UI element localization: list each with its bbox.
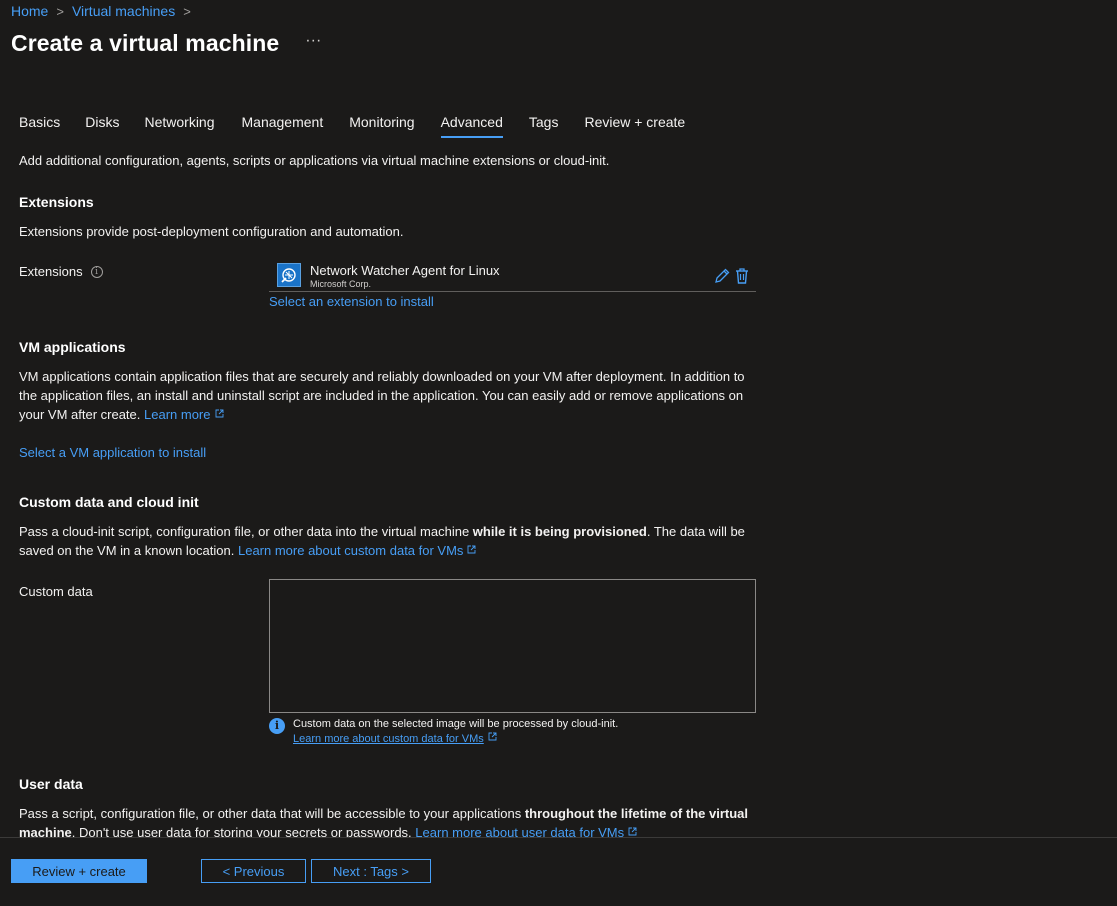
extension-list-item: Network Watcher Agent for Linux Microsof… bbox=[269, 260, 756, 292]
external-link-icon bbox=[215, 409, 223, 418]
user-data-desc-before: Pass a script, configuration file, or ot… bbox=[19, 806, 525, 821]
more-options-icon[interactable]: ··· bbox=[305, 32, 321, 50]
info-note-text: Custom data on the selected image will b… bbox=[293, 717, 618, 747]
custom-data-desc-before: Pass a cloud-init script, configuration … bbox=[19, 524, 473, 539]
vm-applications-description-text: VM applications contain application file… bbox=[19, 369, 745, 422]
extension-name: Network Watcher Agent for Linux bbox=[310, 263, 500, 278]
extensions-section-title: Extensions bbox=[19, 194, 94, 210]
create-vm-page: Home > Virtual machines > Create a virtu… bbox=[0, 0, 1117, 906]
custom-data-info-note: i Custom data on the selected image will… bbox=[269, 717, 618, 747]
breadcrumb-chevron-icon: > bbox=[56, 3, 64, 19]
extensions-label-text: Extensions bbox=[19, 264, 83, 279]
select-vm-application-link[interactable]: Select a VM application to install bbox=[19, 445, 206, 460]
tab-management[interactable]: Management bbox=[242, 114, 324, 138]
delete-icon[interactable] bbox=[734, 267, 750, 285]
extensions-field-label: Extensions i bbox=[19, 264, 103, 279]
tab-review-create[interactable]: Review + create bbox=[584, 114, 685, 138]
previous-button[interactable]: < Previous bbox=[201, 859, 306, 883]
network-watcher-icon bbox=[277, 263, 301, 287]
vm-applications-learn-more-link[interactable]: Learn more bbox=[144, 407, 210, 422]
custom-data-description: Pass a cloud-init script, configuration … bbox=[19, 522, 764, 560]
vm-applications-section-title: VM applications bbox=[19, 339, 126, 355]
select-extension-link[interactable]: Select an extension to install bbox=[269, 294, 434, 309]
tab-networking[interactable]: Networking bbox=[144, 114, 214, 138]
tab-tags[interactable]: Tags bbox=[529, 114, 559, 138]
custom-data-desc-bold: while it is being provisioned bbox=[472, 524, 647, 539]
external-link-icon bbox=[488, 732, 497, 741]
tab-basics[interactable]: Basics bbox=[19, 114, 60, 138]
external-link-icon bbox=[467, 545, 476, 554]
breadcrumb-home-link[interactable]: Home bbox=[11, 3, 48, 19]
intro-text: Add additional configuration, agents, sc… bbox=[19, 153, 610, 168]
page-title: Create a virtual machine bbox=[11, 30, 280, 56]
info-filled-icon: i bbox=[269, 718, 285, 734]
footer-action-bar: Review + create < Previous Next : Tags > bbox=[0, 837, 1117, 906]
info-note-learn-more-link[interactable]: Learn more about custom data for VMs bbox=[293, 733, 484, 745]
tab-monitoring[interactable]: Monitoring bbox=[349, 114, 414, 138]
tab-advanced[interactable]: Advanced bbox=[440, 114, 503, 138]
user-data-section-title: User data bbox=[19, 776, 83, 792]
external-link-icon bbox=[628, 827, 637, 836]
custom-data-textarea[interactable] bbox=[269, 579, 756, 713]
tab-bar: Basics Disks Networking Management Monit… bbox=[19, 114, 711, 138]
breadcrumb-chevron-icon: > bbox=[183, 3, 191, 19]
extensions-description: Extensions provide post-deployment confi… bbox=[19, 224, 404, 239]
tab-disks[interactable]: Disks bbox=[85, 114, 119, 138]
custom-data-field-label: Custom data bbox=[19, 584, 93, 599]
title-row: Create a virtual machine ··· bbox=[11, 30, 321, 57]
breadcrumb: Home > Virtual machines > bbox=[11, 3, 191, 19]
edit-icon[interactable] bbox=[713, 267, 731, 285]
info-icon[interactable]: i bbox=[90, 265, 103, 278]
vm-applications-description: VM applications contain application file… bbox=[19, 367, 764, 424]
custom-data-section-title: Custom data and cloud init bbox=[19, 494, 199, 510]
extension-publisher: Microsoft Corp. bbox=[310, 279, 372, 289]
info-note-message: Custom data on the selected image will b… bbox=[293, 718, 619, 730]
next-tags-button[interactable]: Next : Tags > bbox=[311, 859, 431, 883]
breadcrumb-virtual-machines-link[interactable]: Virtual machines bbox=[72, 3, 175, 19]
review-create-button[interactable]: Review + create bbox=[11, 859, 147, 883]
custom-data-learn-more-link[interactable]: Learn more about custom data for VMs bbox=[238, 543, 463, 558]
